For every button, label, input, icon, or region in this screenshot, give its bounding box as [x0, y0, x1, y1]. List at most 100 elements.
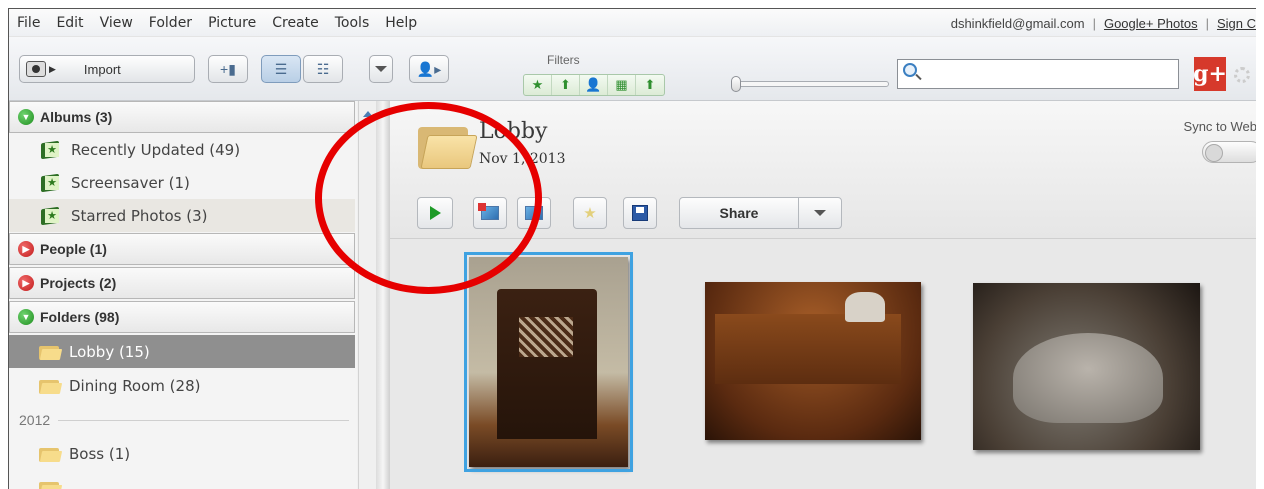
google-plus-button[interactable]: g+ — [1193, 57, 1227, 91]
menu: File Edit View Folder Picture Create Too… — [9, 15, 425, 31]
folder-icon — [39, 480, 63, 489]
share-button[interactable]: Share — [679, 197, 799, 229]
gothic-chair-photo[interactable] — [464, 252, 633, 472]
expanded-icon: ▼ — [18, 309, 34, 325]
collapsed-icon: ▶ — [18, 275, 34, 291]
loading-spinner-icon — [1234, 67, 1250, 83]
projects-section-header[interactable]: ▶ Projects (2) — [9, 267, 355, 299]
sidebar-scrollbar[interactable] — [358, 101, 376, 489]
main-panel: Lobby Nov 1, 2013 Sync to Web ★ Share — [390, 101, 1256, 489]
search-box[interactable] — [897, 59, 1179, 89]
tree-view-icon: ☷ — [316, 60, 330, 77]
folder-label: Lobby (15) — [69, 342, 150, 361]
album-label: Starred Photos (3) — [71, 206, 208, 225]
year-divider: 2012 — [19, 405, 349, 435]
movie-icon[interactable]: ▦ — [608, 75, 636, 95]
thumbnail-grid — [390, 239, 1256, 489]
scroll-up-icon[interactable] — [363, 111, 373, 117]
starred-album-icon: ★ — [39, 173, 61, 193]
folder-icon — [418, 121, 478, 169]
folder-item-lobby[interactable]: Lobby (15) — [9, 335, 355, 368]
view-tree-button[interactable]: ☷ — [303, 55, 343, 83]
edit-photo-button[interactable] — [473, 197, 507, 229]
import-label: Import — [83, 61, 121, 77]
separator: | — [1205, 15, 1209, 31]
toolbar: ▶ Import +▮ ☰ ☷ 👤▸ Filters ★ ⬆ 👤 ▦ ⬆ g+ — [9, 37, 1256, 101]
filters-label: Filters — [547, 53, 580, 67]
year-label: 2012 — [19, 412, 51, 428]
wooden-chest-photo[interactable] — [705, 282, 921, 440]
person-icon[interactable]: 👤 — [580, 75, 608, 95]
menu-view[interactable]: View — [92, 15, 141, 31]
chevron-down-icon — [814, 210, 826, 216]
view-options-dropdown[interactable] — [369, 55, 393, 83]
projects-label: Projects (2) — [40, 275, 117, 291]
separator: | — [1092, 15, 1096, 31]
people-button[interactable]: 👤▸ — [409, 55, 449, 83]
albums-section-header[interactable]: ▼ Albums (3) — [9, 101, 355, 133]
upload-icon[interactable]: ⬆ — [552, 75, 580, 95]
search-icon — [903, 63, 917, 77]
play-icon — [429, 206, 441, 220]
view-thumbnails-button[interactable]: ☰ — [261, 55, 301, 83]
add-album-button[interactable]: +▮ — [208, 55, 248, 83]
chevron-down-icon — [375, 66, 387, 72]
collage-button[interactable] — [517, 197, 551, 229]
google-photos-link[interactable]: Google+ Photos — [1104, 16, 1198, 31]
folder-icon — [39, 446, 63, 462]
menu-create[interactable]: Create — [264, 15, 327, 31]
list-view-icon: ☰ — [274, 60, 288, 77]
folder-item-partial[interactable] — [9, 471, 355, 489]
sync-to-web-toggle[interactable] — [1202, 141, 1256, 163]
sidebar: ▼ Albums (3) ★ Recently Updated (49) ★ S… — [9, 101, 357, 489]
slideshow-button[interactable] — [417, 197, 453, 229]
filter-slider[interactable] — [731, 76, 889, 92]
star-button[interactable]: ★ — [573, 197, 607, 229]
camera-icon — [26, 61, 46, 77]
folder-label: Boss (1) — [69, 444, 131, 463]
albums-label: Albums (3) — [40, 109, 113, 125]
album-item-recently-updated[interactable]: ★ Recently Updated (49) — [9, 133, 355, 166]
folder-item-dining-room[interactable]: Dining Room (28) — [9, 369, 355, 402]
import-button[interactable]: ▶ Import — [19, 55, 195, 83]
folder-header: Lobby Nov 1, 2013 Sync to Web ★ Share — [390, 101, 1256, 239]
menu-edit[interactable]: Edit — [48, 15, 91, 31]
menu-help[interactable]: Help — [377, 15, 425, 31]
account-email: dshinkfield@gmail.com — [950, 15, 1085, 31]
star-icon[interactable]: ★ — [524, 75, 552, 95]
geotag-icon[interactable]: ⬆ — [636, 75, 664, 95]
search-input[interactable] — [924, 64, 1174, 84]
menu-picture[interactable]: Picture — [200, 15, 264, 31]
starred-album-icon: ★ — [39, 206, 61, 226]
folder-title: Lobby — [479, 119, 548, 144]
album-label: Screensaver (1) — [71, 173, 190, 192]
collage-icon — [525, 206, 543, 220]
account-area: dshinkfield@gmail.com | Google+ Photos |… — [951, 9, 1256, 37]
dropdown-arrow-icon: ▶ — [49, 63, 56, 74]
stone-sculpture-photo[interactable] — [973, 283, 1200, 450]
sign-out-link[interactable]: Sign C — [1217, 16, 1256, 31]
slider-handle[interactable] — [731, 76, 741, 92]
collapsed-icon: ▶ — [18, 241, 34, 257]
folders-section-header[interactable]: ▼ Folders (98) — [9, 301, 355, 333]
menubar: File Edit View Folder Picture Create Too… — [9, 9, 1256, 37]
panel-divider[interactable] — [376, 101, 390, 489]
menu-folder[interactable]: Folder — [141, 15, 200, 31]
folder-label: Dining Room (28) — [69, 376, 201, 395]
album-item-starred-photos[interactable]: ★ Starred Photos (3) — [9, 199, 355, 232]
share-dropdown[interactable] — [798, 197, 842, 229]
menu-tools[interactable]: Tools — [327, 15, 378, 31]
edit-image-icon — [478, 203, 499, 220]
folder-icon — [39, 378, 63, 394]
folder-icon — [39, 344, 63, 360]
save-button[interactable] — [623, 197, 657, 229]
menu-file[interactable]: File — [9, 15, 48, 31]
album-item-screensaver[interactable]: ★ Screensaver (1) — [9, 166, 355, 199]
star-icon: ★ — [583, 205, 597, 222]
starred-album-icon: ★ — [39, 140, 61, 160]
people-section-header[interactable]: ▶ People (1) — [9, 233, 355, 265]
folders-label: Folders (98) — [40, 309, 120, 325]
folder-item-boss[interactable]: Boss (1) — [9, 437, 355, 470]
year-rule — [58, 419, 349, 421]
sync-to-web-label: Sync to Web — [1183, 119, 1256, 134]
